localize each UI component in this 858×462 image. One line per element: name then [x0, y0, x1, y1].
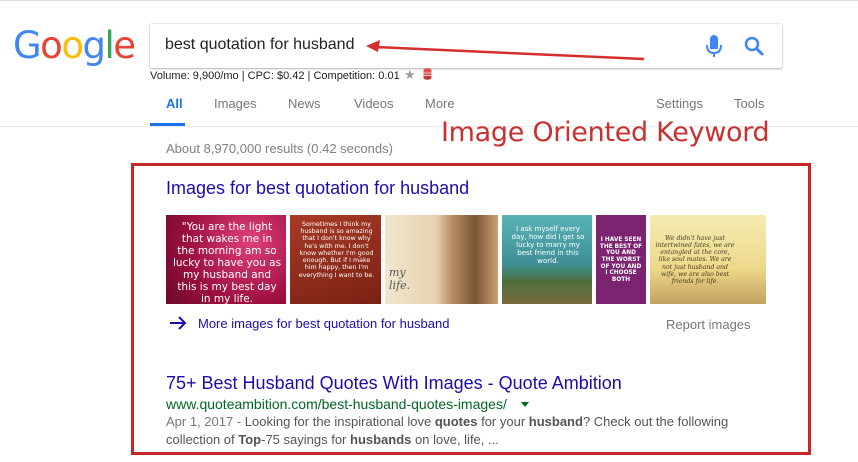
tab-images[interactable]: Images — [214, 96, 257, 111]
chevron-down-icon[interactable] — [521, 402, 529, 407]
snippet-keyword: husbands — [350, 432, 412, 447]
database-icon[interactable] — [423, 68, 432, 80]
snippet-text: on love, life, ... — [411, 432, 499, 447]
thumbnail-caption: "You are the light that wakes me in the … — [172, 221, 282, 304]
image-thumbnail[interactable]: "You are the light that wakes me in the … — [166, 215, 286, 304]
thumbnail-caption: I HAVE SEEN THE BEST OF YOU AND THE WORS… — [599, 237, 643, 283]
image-thumbnail[interactable]: I ask myself every day, how did I get so… — [502, 215, 592, 304]
logo-letter: G — [13, 24, 42, 67]
search-icon[interactable] — [742, 34, 766, 58]
tab-videos[interactable]: Videos — [354, 96, 394, 111]
thumbnail-caption: We didn't have just intertwined fates, w… — [655, 235, 735, 285]
snippet-text: for your — [477, 414, 529, 429]
thumbnail-caption: my life. — [389, 266, 411, 292]
tab-more[interactable]: More — [425, 96, 455, 111]
snippet-text: Looking for the inspirational love — [244, 414, 435, 429]
logo-letter: o — [61, 24, 84, 67]
report-images-link[interactable]: Report images — [666, 317, 751, 332]
images-heading[interactable]: Images for best quotation for husband — [166, 178, 469, 199]
more-images-link[interactable]: More images for best quotation for husba… — [198, 316, 449, 331]
top-border — [0, 0, 858, 1]
microphone-icon[interactable] — [704, 33, 724, 59]
thumbnail-caption: I ask myself every day, how did I get so… — [511, 225, 585, 266]
snippet-keyword: husband — [528, 414, 583, 429]
image-thumbnail[interactable]: Sometimes I think my husband is so amazi… — [290, 215, 381, 304]
annotation-arrow — [366, 40, 645, 61]
logo-letter: o — [40, 24, 63, 67]
annotation-label: Image Oriented Keyword — [441, 117, 770, 148]
result-title-link[interactable]: 75+ Best Husband Quotes With Images - Qu… — [166, 373, 622, 394]
logo-letter: e — [113, 24, 136, 67]
snippet-keyword: quotes — [434, 414, 478, 429]
tab-tools[interactable]: Tools — [734, 96, 764, 111]
search-input[interactable]: best quotation for husband — [165, 36, 354, 54]
snippet-keyword: Top — [238, 432, 262, 447]
result-url: www.quoteambition.com/best-husband-quote… — [166, 396, 507, 412]
image-thumbnail[interactable]: my life. — [385, 215, 498, 304]
tab-news[interactable]: News — [288, 96, 321, 111]
snippet-date: Apr 1, 2017 - — [166, 414, 245, 429]
snippet-text: -75 sayings for — [261, 432, 350, 447]
star-icon[interactable]: ★ — [404, 67, 416, 83]
result-stats: About 8,970,000 results (0.42 seconds) — [166, 141, 393, 156]
logo-letter: g — [82, 24, 106, 67]
tab-all[interactable]: All — [166, 96, 183, 111]
thumbnail-caption: Sometimes I think my husband is so amazi… — [298, 221, 375, 279]
image-thumbnail[interactable]: We didn't have just intertwined fates, w… — [650, 215, 766, 304]
keyword-metrics: Volume: 9,900/mo | CPC: $0.42 | Competit… — [150, 70, 400, 82]
tab-settings[interactable]: Settings — [656, 96, 703, 111]
result-snippet: Apr 1, 2017 - Looking for the inspiratio… — [166, 413, 766, 449]
logo-letter: l — [104, 24, 114, 67]
google-logo[interactable]: Google — [13, 24, 136, 68]
image-thumbnail[interactable]: I HAVE SEEN THE BEST OF YOU AND THE WORS… — [596, 215, 646, 304]
arrow-right-icon[interactable] — [168, 315, 188, 331]
